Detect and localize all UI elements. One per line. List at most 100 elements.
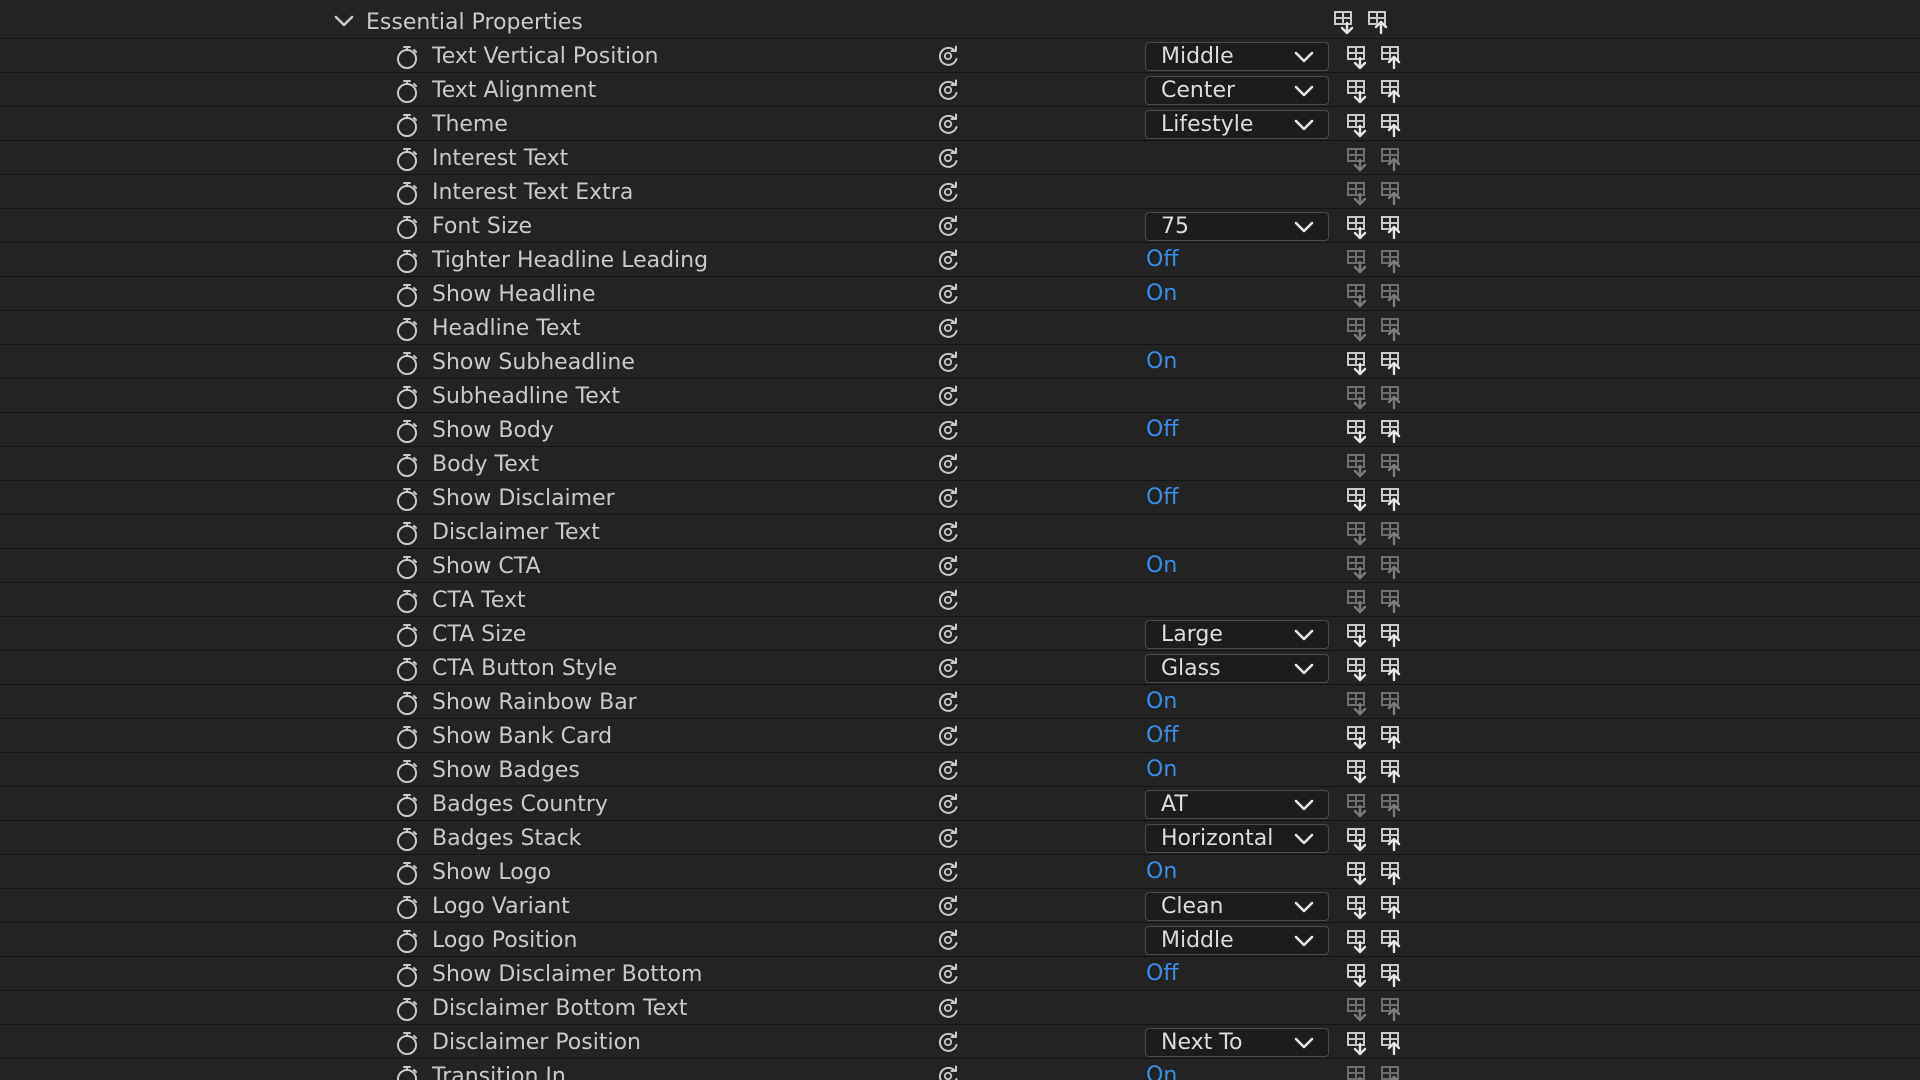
show-bank-card-toggle[interactable]: Off <box>1146 723 1178 748</box>
show-disclaimer-toggle[interactable]: Off <box>1146 485 1178 510</box>
go-to-next-keyframe-icon[interactable] <box>1380 894 1406 920</box>
go-to-next-keyframe-icon[interactable] <box>1380 962 1406 988</box>
go-to-previous-keyframe-icon[interactable] <box>1346 1030 1372 1056</box>
go-to-next-keyframe-icon[interactable] <box>1380 44 1406 70</box>
go-to-previous-keyframe-icon[interactable] <box>1346 146 1372 172</box>
stopwatch-icon[interactable] <box>394 282 420 308</box>
theme-dropdown[interactable]: Lifestyle <box>1145 110 1329 139</box>
go-to-next-keyframe-icon[interactable] <box>1380 554 1406 580</box>
go-to-previous-keyframe-icon[interactable] <box>1346 554 1372 580</box>
go-to-next-keyframe-icon[interactable] <box>1380 928 1406 954</box>
reset-parameter-icon[interactable] <box>936 1030 960 1054</box>
go-to-previous-keyframe-icon[interactable] <box>1346 316 1372 342</box>
go-to-previous-keyframe-icon[interactable] <box>1346 180 1372 206</box>
go-to-previous-keyframe-icon[interactable] <box>1346 44 1372 70</box>
go-to-previous-keyframe-icon[interactable] <box>1346 996 1372 1022</box>
go-to-next-keyframe-icon[interactable] <box>1380 452 1406 478</box>
stopwatch-icon[interactable] <box>394 792 420 818</box>
stopwatch-icon[interactable] <box>394 316 420 342</box>
stopwatch-icon[interactable] <box>394 622 420 648</box>
chevron-down-icon[interactable] <box>333 12 355 30</box>
group-row-essential-properties[interactable]: Essential Properties <box>0 4 1920 38</box>
go-to-next-keyframe-icon[interactable] <box>1380 78 1406 104</box>
stopwatch-icon[interactable] <box>394 418 420 444</box>
stopwatch-icon[interactable] <box>394 384 420 410</box>
reset-parameter-icon[interactable] <box>936 78 960 102</box>
reset-parameter-icon[interactable] <box>936 860 960 884</box>
text-vertical-position-dropdown[interactable]: Middle <box>1145 42 1329 71</box>
go-to-previous-keyframe-icon[interactable] <box>1346 860 1372 886</box>
go-to-previous-keyframe-icon[interactable] <box>1346 112 1372 138</box>
stopwatch-icon[interactable] <box>394 1030 420 1056</box>
cta-size-dropdown[interactable]: Large <box>1145 620 1329 649</box>
reset-parameter-icon[interactable] <box>936 690 960 714</box>
font-size-dropdown[interactable]: 75 <box>1145 212 1329 241</box>
go-to-previous-keyframe-icon[interactable] <box>1346 418 1372 444</box>
go-to-next-keyframe-icon[interactable] <box>1380 316 1406 342</box>
reset-parameter-icon[interactable] <box>936 758 960 782</box>
go-to-previous-keyframe-icon[interactable] <box>1346 792 1372 818</box>
go-to-previous-keyframe-icon[interactable] <box>1346 928 1372 954</box>
reset-parameter-icon[interactable] <box>936 248 960 272</box>
go-to-next-keyframe-icon[interactable] <box>1380 656 1406 682</box>
go-to-previous-keyframe-icon[interactable] <box>1346 656 1372 682</box>
go-to-next-keyframe-icon[interactable] <box>1380 282 1406 308</box>
go-to-next-keyframe-icon[interactable] <box>1380 792 1406 818</box>
reset-parameter-icon[interactable] <box>936 112 960 136</box>
show-subheadline-toggle[interactable]: On <box>1146 349 1177 374</box>
go-to-previous-keyframe-icon[interactable] <box>1346 248 1372 274</box>
reset-parameter-icon[interactable] <box>936 452 960 476</box>
badges-country-dropdown[interactable]: AT <box>1145 790 1329 819</box>
reset-parameter-icon[interactable] <box>936 894 960 918</box>
go-to-next-keyframe-icon[interactable] <box>1380 112 1406 138</box>
go-to-next-keyframe-icon[interactable] <box>1380 690 1406 716</box>
go-to-next-keyframe-icon[interactable] <box>1380 1064 1406 1080</box>
go-to-previous-keyframe-icon[interactable] <box>1346 588 1372 614</box>
show-rainbow-bar-toggle[interactable]: On <box>1146 689 1177 714</box>
go-to-next-keyframe-icon[interactable] <box>1380 758 1406 784</box>
go-to-next-keyframe-icon[interactable] <box>1380 826 1406 852</box>
reset-parameter-icon[interactable] <box>936 44 960 68</box>
go-to-previous-keyframe-icon[interactable] <box>1346 214 1372 240</box>
reset-parameter-icon[interactable] <box>936 486 960 510</box>
stopwatch-icon[interactable] <box>394 180 420 206</box>
stopwatch-icon[interactable] <box>394 112 420 138</box>
reset-parameter-icon[interactable] <box>936 826 960 850</box>
reset-parameter-icon[interactable] <box>936 962 960 986</box>
stopwatch-icon[interactable] <box>394 588 420 614</box>
go-to-previous-keyframe-icon[interactable] <box>1346 894 1372 920</box>
stopwatch-icon[interactable] <box>394 826 420 852</box>
show-disclaimer-bottom-toggle[interactable]: Off <box>1146 961 1178 986</box>
go-to-previous-keyframe-icon[interactable] <box>1346 282 1372 308</box>
go-to-next-keyframe-icon[interactable] <box>1380 520 1406 546</box>
go-to-previous-keyframe-icon[interactable] <box>1346 452 1372 478</box>
go-to-next-keyframe-icon[interactable] <box>1367 9 1393 35</box>
go-to-next-keyframe-icon[interactable] <box>1380 996 1406 1022</box>
stopwatch-icon[interactable] <box>394 146 420 172</box>
stopwatch-icon[interactable] <box>394 44 420 70</box>
reset-parameter-icon[interactable] <box>936 1064 960 1080</box>
logo-position-dropdown[interactable]: Middle <box>1145 926 1329 955</box>
reset-parameter-icon[interactable] <box>936 588 960 612</box>
reset-parameter-icon[interactable] <box>936 384 960 408</box>
show-logo-toggle[interactable]: On <box>1146 859 1177 884</box>
show-cta-toggle[interactable]: On <box>1146 553 1177 578</box>
go-to-next-keyframe-icon[interactable] <box>1380 622 1406 648</box>
reset-parameter-icon[interactable] <box>936 724 960 748</box>
reset-parameter-icon[interactable] <box>936 180 960 204</box>
go-to-previous-keyframe-icon[interactable] <box>1346 724 1372 750</box>
go-to-next-keyframe-icon[interactable] <box>1380 724 1406 750</box>
reset-parameter-icon[interactable] <box>936 554 960 578</box>
go-to-next-keyframe-icon[interactable] <box>1380 486 1406 512</box>
go-to-next-keyframe-icon[interactable] <box>1380 860 1406 886</box>
stopwatch-icon[interactable] <box>394 928 420 954</box>
reset-parameter-icon[interactable] <box>936 316 960 340</box>
tighter-headline-leading-toggle[interactable]: Off <box>1146 247 1178 272</box>
go-to-next-keyframe-icon[interactable] <box>1380 214 1406 240</box>
stopwatch-icon[interactable] <box>394 452 420 478</box>
stopwatch-icon[interactable] <box>394 486 420 512</box>
go-to-previous-keyframe-icon[interactable] <box>1346 350 1372 376</box>
show-headline-toggle[interactable]: On <box>1146 281 1177 306</box>
reset-parameter-icon[interactable] <box>936 996 960 1020</box>
stopwatch-icon[interactable] <box>394 248 420 274</box>
